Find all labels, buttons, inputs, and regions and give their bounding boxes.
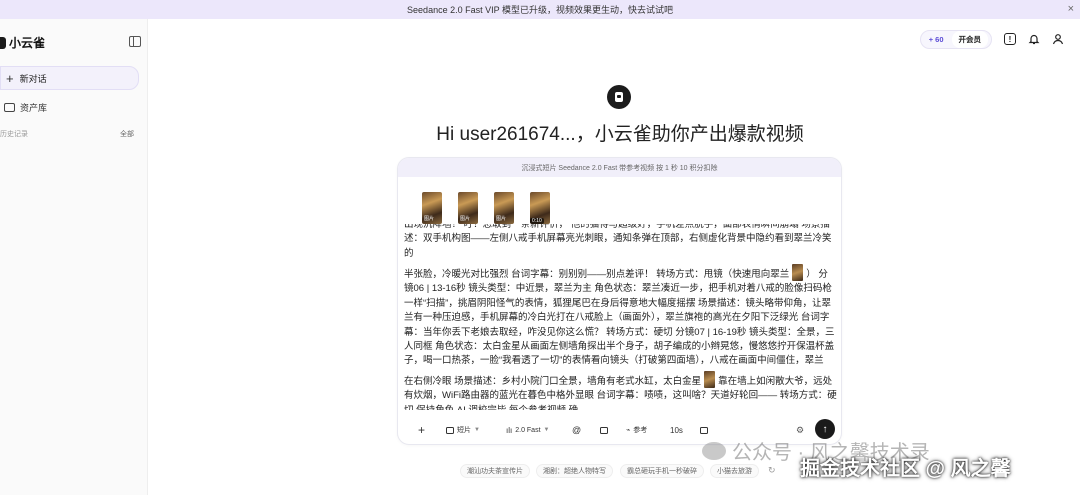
prompt-textarea[interactable]: 出现沉降墙！ 叮！恋取到一条新评价， 他的猫得与超级好，手机差点脱手，面部表情瞬… bbox=[404, 224, 837, 410]
new-chat-label: 新对话 bbox=[19, 73, 47, 84]
thumbnail-label: 图片 bbox=[424, 216, 435, 222]
chevron-down-icon: ▼ bbox=[543, 427, 550, 433]
plus-icon: + bbox=[6, 70, 14, 86]
thumbnail-label: 图片 bbox=[496, 216, 507, 222]
new-chat-button[interactable]: + 新对话 bbox=[0, 66, 139, 90]
app-logo[interactable]: 小云雀 bbox=[0, 34, 45, 51]
aspect-ratio-button[interactable] bbox=[600, 423, 608, 437]
close-icon[interactable]: × bbox=[1068, 3, 1074, 15]
settings-icon[interactable]: ⚙ bbox=[796, 423, 804, 437]
wechat-icon bbox=[702, 441, 726, 460]
promo-banner-text: Seedance 2.0 Fast VIP 模型已升级，视频效果更生动，快去试试… bbox=[407, 5, 673, 15]
model-select[interactable]: ılı 2.0 Fast ▼ bbox=[506, 423, 549, 437]
top-right-toolbar: + 60 开会员 ! bbox=[919, 29, 1064, 49]
folder-icon bbox=[4, 102, 15, 112]
reference-video-thumbnail[interactable]: 0:10 bbox=[530, 192, 550, 224]
bell-icon[interactable] bbox=[1028, 33, 1040, 45]
suggestion-chip[interactable]: 湘剧：超绝人物特写 bbox=[536, 464, 613, 478]
reference-thumbnail[interactable]: 图片 bbox=[494, 192, 514, 224]
chevron-down-icon: ▼ bbox=[474, 427, 480, 433]
history-label: 历史记录 bbox=[0, 131, 28, 138]
suggestion-chip[interactable]: 潮汕功夫茶宣传片 bbox=[460, 464, 530, 478]
assets-label: 资产库 bbox=[20, 102, 48, 113]
prompt-text-segment: ） 分镜06 | 13-16秒 镜头类型：中近景，翠兰为主 角色状态：翠兰凑近一… bbox=[404, 269, 835, 367]
prompt-text-segment: 在右侧冷眼 场景描述：乡村小院门口全景，墙角有老式水缸，太白金星 bbox=[404, 376, 702, 387]
reference-button[interactable]: ⌁ 参考 bbox=[626, 423, 647, 437]
reference-thumbnail[interactable]: 图片 bbox=[458, 192, 478, 224]
refresh-icon[interactable]: ↻ bbox=[768, 465, 776, 476]
duration-select[interactable]: 10s bbox=[670, 423, 683, 437]
suggestion-chip[interactable]: 霸总砸玩手机一秒破碎 bbox=[620, 464, 704, 478]
sidebar: 小云雀 + 新对话 资产库 历史记录 全部 bbox=[0, 19, 148, 495]
history-all-link[interactable]: 全部 bbox=[120, 129, 134, 139]
model-select-value: 2.0 Fast bbox=[515, 426, 541, 434]
mode-select-value: 短片 bbox=[457, 427, 471, 434]
composer-notice: 沉浸式短片 Seedance 2.0 Fast 带参考视频 按 1 秒 10 积… bbox=[398, 158, 841, 177]
app-name: 小云雀 bbox=[9, 36, 46, 50]
watermark-community: 掘金技术社区 @ 风之馨 bbox=[800, 458, 1011, 480]
prompt-text-segment: 半张脸，冷暖光对比强烈 台词字幕：别别别——别点差评！ 转场方式：甩镜（快速甩向… bbox=[404, 269, 790, 280]
add-attachment-button[interactable]: + bbox=[418, 423, 425, 437]
help-icon[interactable]: ! bbox=[1004, 33, 1016, 45]
reference-thumbnail[interactable]: 图片 bbox=[422, 192, 442, 224]
inline-reference-image[interactable] bbox=[704, 371, 716, 388]
prompt-text: 半张脸，冷暖光对比强烈 台词字幕：别别别——别点差评！ 转场方式：甩镜（快速甩向… bbox=[404, 264, 837, 369]
inline-reference-image[interactable] bbox=[792, 264, 804, 281]
composer-card: 沉浸式短片 Seedance 2.0 Fast 带参考视频 按 1 秒 10 积… bbox=[397, 157, 842, 445]
suggestion-chip[interactable]: 小猫去旅游 bbox=[710, 464, 759, 478]
video-mode-icon bbox=[446, 426, 454, 434]
link-icon: ⌁ bbox=[626, 427, 631, 434]
page-title: Hi user261674...，小云雀助你产出爆款视频 bbox=[436, 124, 804, 145]
prompt-text: 出现沉降墙！ 叮！恋取到一条新评价， 他的猫得与超级好，手机差点脱手，面部表情瞬… bbox=[404, 224, 832, 259]
reference-thumbnails: 图片 图片 图片 0:10 bbox=[422, 192, 550, 224]
prompt-text: 在右侧冷眼 场景描述：乡村小院门口全景，墙角有老式水缸，太白金星 靠在墙上如闲散大… bbox=[404, 371, 837, 410]
subtitle-icon bbox=[700, 426, 708, 434]
reference-label: 参考 bbox=[633, 427, 648, 434]
logo-mark-icon bbox=[0, 36, 6, 49]
aspect-ratio-icon bbox=[600, 426, 608, 434]
bar-chart-icon: ılı bbox=[506, 425, 513, 435]
mention-icon[interactable]: @ bbox=[572, 423, 581, 437]
app-mascot-icon bbox=[607, 85, 631, 109]
credits-count[interactable]: + 60 bbox=[929, 35, 944, 44]
sidebar-collapse-icon[interactable] bbox=[129, 36, 141, 47]
user-icon[interactable] bbox=[1052, 33, 1064, 45]
sidebar-header: 小云雀 bbox=[0, 33, 148, 51]
promo-banner: Seedance 2.0 Fast VIP 模型已升级，视频效果更生动，快去试试… bbox=[0, 0, 1080, 19]
subtitle-button[interactable] bbox=[700, 423, 708, 437]
mode-select[interactable]: 短片 ▼ bbox=[446, 423, 480, 437]
sidebar-item-assets[interactable]: 资产库 bbox=[4, 100, 47, 114]
vip-button[interactable]: 开会员 bbox=[951, 30, 988, 48]
thumbnail-label: 图片 bbox=[460, 216, 471, 222]
credits-pill: + 60 开会员 bbox=[919, 29, 992, 49]
